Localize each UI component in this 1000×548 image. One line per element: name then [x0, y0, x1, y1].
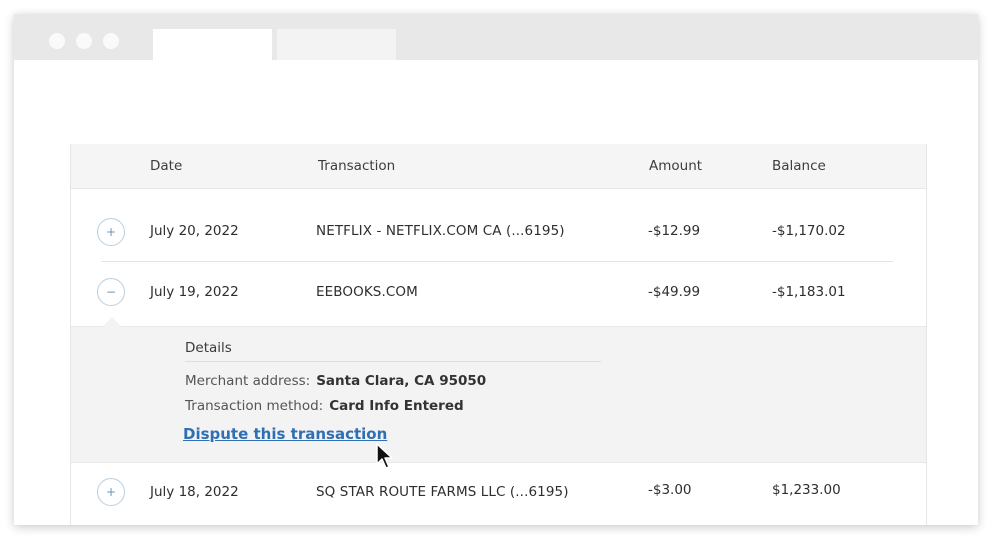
- plus-icon[interactable]: +: [97, 478, 125, 506]
- details-divider: [185, 361, 601, 362]
- browser-window: Date Transaction Amount Balance + July 2…: [14, 14, 978, 525]
- row-transaction: EEBOOKS.COM: [316, 284, 418, 300]
- merchant-address: Merchant address: Santa Clara, CA 95050: [185, 373, 486, 389]
- row-date: July 18, 2022: [150, 484, 239, 500]
- transaction-method-label: Transaction method:: [185, 398, 324, 414]
- row-balance: $1,233.00: [772, 482, 841, 498]
- transactions-table: Date Transaction Amount Balance + July 2…: [70, 144, 927, 525]
- browser-tab-inactive[interactable]: [277, 29, 396, 60]
- browser-tab-active[interactable]: [153, 29, 272, 60]
- row-amount: -$12.99: [648, 223, 701, 239]
- transaction-method-value: Card Info Entered: [329, 398, 464, 414]
- merchant-address-label: Merchant address:: [185, 373, 311, 389]
- dispute-transaction-link[interactable]: Dispute this transaction: [183, 425, 387, 443]
- row-transaction: NETFLIX - NETFLIX.COM CA (...6195): [316, 223, 565, 239]
- table-header: Date Transaction Amount Balance: [71, 144, 926, 189]
- row-transaction: SQ STAR ROUTE FARMS LLC (...6195): [316, 484, 569, 500]
- browser-titlebar: [14, 14, 978, 60]
- header-transaction: Transaction: [318, 158, 396, 174]
- transaction-details-panel: Details Merchant address: Santa Clara, CA…: [71, 317, 926, 463]
- row-date: July 19, 2022: [150, 284, 239, 300]
- plus-icon[interactable]: +: [97, 218, 125, 246]
- window-control-dot-1[interactable]: [49, 33, 65, 49]
- details-title: Details: [185, 340, 232, 356]
- mouse-pointer-icon: [376, 443, 393, 469]
- row-balance: -$1,183.01: [772, 284, 846, 300]
- transaction-method: Transaction method: Card Info Entered: [185, 398, 464, 414]
- row-balance: -$1,170.02: [772, 223, 846, 239]
- merchant-address-value: Santa Clara, CA 95050: [316, 373, 487, 389]
- header-amount: Amount: [649, 158, 703, 174]
- header-balance: Balance: [772, 158, 826, 174]
- row-amount: -$49.99: [648, 284, 701, 300]
- row-amount: -$3.00: [648, 482, 692, 498]
- details-caret: [102, 317, 122, 327]
- row-divider: [101, 261, 893, 262]
- window-control-dot-2[interactable]: [76, 33, 92, 49]
- minus-icon[interactable]: −: [97, 278, 125, 306]
- window-control-dot-3[interactable]: [103, 33, 119, 49]
- row-date: July 20, 2022: [150, 223, 239, 239]
- header-date: Date: [150, 158, 183, 174]
